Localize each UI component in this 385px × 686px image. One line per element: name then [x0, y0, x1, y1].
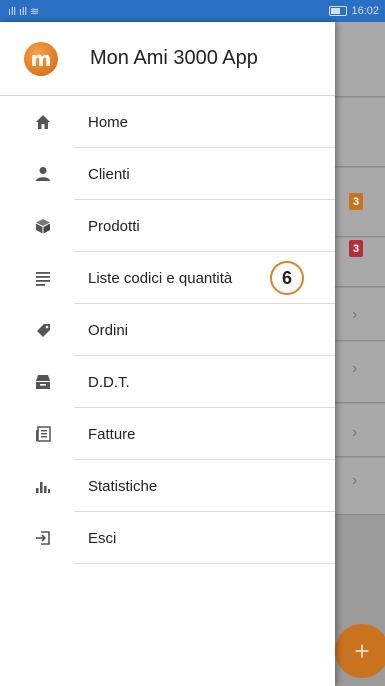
- chevron-right-icon: ›: [352, 424, 358, 441]
- menu-item-label: Statistiche: [88, 477, 158, 495]
- chevron-right-icon: ›: [352, 360, 358, 377]
- chevron-right-icon: ›: [352, 472, 358, 489]
- list-icon: [34, 269, 52, 287]
- home-icon: [34, 113, 52, 131]
- menu-item-label: Home: [88, 113, 129, 131]
- menu-item-prodotti[interactable]: Prodotti: [0, 200, 335, 252]
- battery-icon: [329, 6, 348, 16]
- menu-item-esci[interactable]: Esci: [0, 512, 335, 564]
- menu-item-statistiche[interactable]: Statistiche: [0, 460, 335, 512]
- newspaper-icon: [34, 425, 52, 443]
- bar-chart-icon: [34, 477, 52, 495]
- signal-icon: ıll ıll ≋: [8, 5, 40, 18]
- background-card: [335, 98, 385, 167]
- chevron-right-icon: ›: [352, 306, 358, 323]
- count-badge: 3: [349, 240, 363, 257]
- menu-item-fatture[interactable]: Fatture: [0, 408, 335, 460]
- status-bar: ıll ıll ≋ 16:02: [0, 0, 385, 22]
- drawer-menu: Home Clienti Prodotti Liste codici e qua…: [0, 96, 335, 564]
- menu-item-label: Fatture: [88, 425, 136, 443]
- menu-item-label: Esci: [88, 529, 117, 547]
- signal-indicators: ıll ıll ≋: [8, 5, 39, 18]
- menu-item-clienti[interactable]: Clienti: [0, 148, 335, 200]
- tag-icon: [34, 321, 52, 339]
- menu-item-liste-codici[interactable]: Liste codici e quantità 6: [0, 252, 335, 304]
- box-icon: [34, 217, 52, 235]
- divider: [74, 563, 335, 564]
- menu-item-label: Clienti: [88, 165, 130, 183]
- person-icon: [34, 165, 52, 183]
- status-time: 16:02: [351, 5, 379, 17]
- background-card: [335, 288, 385, 341]
- navigation-drawer: m Mon Ami 3000 App Home Clienti Prodotti: [0, 22, 335, 686]
- background-toolbar: [335, 22, 385, 97]
- menu-item-label: Prodotti: [88, 217, 140, 235]
- app-logo: m: [24, 41, 58, 76]
- background-card: [335, 342, 385, 403]
- menu-item-label: Ordini: [88, 321, 129, 339]
- menu-item-label: Liste codici e quantità: [88, 269, 233, 287]
- app-title: Mon Ami 3000 App: [90, 47, 258, 69]
- drawer-header: m Mon Ami 3000 App: [0, 22, 335, 96]
- exit-icon: [34, 529, 52, 547]
- add-fab-button[interactable]: +: [335, 624, 385, 678]
- step-number-badge: 6: [270, 261, 304, 295]
- menu-item-ddt[interactable]: D.D.T.: [0, 356, 335, 408]
- menu-item-label: D.D.T.: [88, 373, 130, 391]
- menu-item-ordini[interactable]: Ordini: [0, 304, 335, 356]
- inbox-tray-icon: [34, 373, 52, 391]
- background-card: [335, 458, 385, 515]
- count-badge: 3: [349, 193, 363, 210]
- menu-item-home[interactable]: Home: [0, 96, 335, 148]
- background-card: [335, 404, 385, 457]
- status-right: 16:02: [329, 5, 379, 17]
